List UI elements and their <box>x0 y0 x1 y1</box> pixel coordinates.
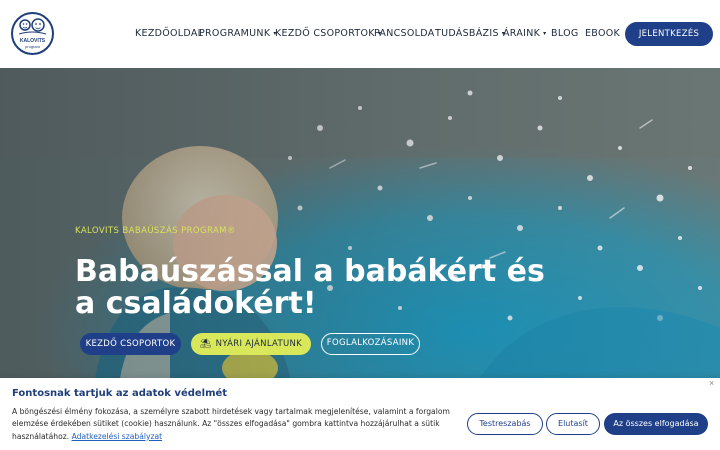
chevron-down-icon: ▾ <box>543 30 547 37</box>
starter-groups-button[interactable]: KEZDŐ CSOPORTOK <box>80 333 181 355</box>
summer-offers-button[interactable]: ⛱ NYÁRI AJÁNLATUNK <box>191 333 311 355</box>
activities-button[interactable]: FOGLALKOZÁSAINK <box>321 333 420 355</box>
cookie-title: Fontosnak tartjuk az adatok védelmét <box>12 388 228 399</box>
logo-subtitle: program <box>25 44 40 49</box>
close-icon[interactable]: × <box>709 378 714 388</box>
nav-item-program[interactable]: PROGRAMUNK ▾ <box>199 28 277 40</box>
nav-item-pancsolda[interactable]: PANCSOLDA <box>374 28 435 40</box>
hero-eyebrow: KALOVITS BABAÚSZÁS PROGRAM® <box>75 226 236 236</box>
site-header: KALOVITS program KEZDŐOLDAL PROGRAMUNK ▾ … <box>0 0 720 68</box>
nav-item-blog[interactable]: BLOG <box>551 28 579 40</box>
cookie-description: A böngészési élmény fokozása, a személyr… <box>12 407 450 441</box>
hero-section: KALOVITS BABAÚSZÁS PROGRAM® Babaúszással… <box>0 68 720 378</box>
nav-item-home[interactable]: KEZDŐOLDAL <box>135 28 203 40</box>
nav-item-ebook[interactable]: EBOOK <box>585 28 620 40</box>
nav-item-prices[interactable]: ÁRAINK ▾ <box>503 28 546 40</box>
accept-all-cookies-button[interactable]: Az összes elfogadása <box>604 413 708 435</box>
site-logo[interactable]: KALOVITS program <box>11 12 54 55</box>
hero-headline: Babaúszással a babákért és a családokért… <box>75 254 545 321</box>
beach-umbrella-icon: ⛱ <box>199 339 212 349</box>
nav-item-starter-groups[interactable]: KEZDŐ CSOPORTOK ▾ <box>275 28 381 40</box>
signup-button[interactable]: JELENTKEZÉS <box>625 22 713 46</box>
hero-overlay <box>0 68 720 378</box>
reject-cookies-button[interactable]: Elutasít <box>546 413 600 435</box>
cookie-consent-banner: × Fontosnak tartjuk az adatok védelmét A… <box>0 378 720 450</box>
customize-cookies-button[interactable]: Testreszabás <box>467 413 543 435</box>
nav-item-knowledge-base[interactable]: TUDÁSBÁZIS ▾ <box>435 28 505 40</box>
privacy-policy-link[interactable]: Adatkezelési szabályzat <box>72 432 163 441</box>
